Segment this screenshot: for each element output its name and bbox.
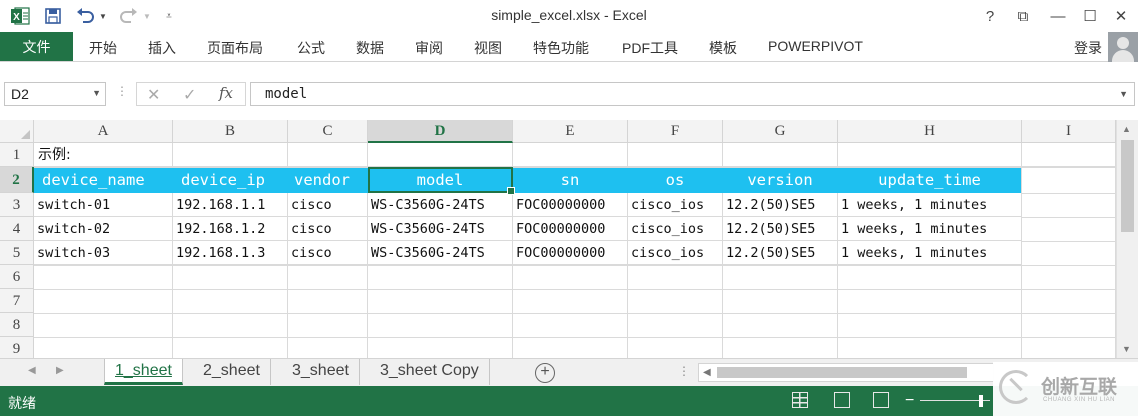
tab-insert[interactable]: 插入	[148, 38, 176, 58]
formula-input[interactable]: model ▼	[250, 82, 1135, 106]
vertical-scrollbar[interactable]: ▲ ▼	[1116, 120, 1138, 358]
formula-bar: D2 ▼ ⋮ ✕ ✓ fx model ▼	[0, 62, 1138, 122]
normal-view-icon[interactable]	[792, 392, 808, 408]
tab-view[interactable]: 视图	[474, 38, 502, 58]
formula-buttons: ✕ ✓ fx	[136, 82, 246, 106]
chevron-down-icon[interactable]: ▼	[92, 88, 101, 98]
avatar[interactable]	[1108, 32, 1138, 62]
scroll-up-icon[interactable]: ▲	[1122, 124, 1131, 134]
watermark-logo-icon	[999, 370, 1033, 404]
name-box-value: D2	[11, 86, 29, 102]
sheet-tab-1[interactable]: 1_sheet	[104, 359, 183, 385]
insert-function-icon[interactable]: fx	[219, 84, 233, 102]
redo-dropdown-icon[interactable]: ▼	[142, 5, 152, 27]
watermark: 创新互联 CHUANG XIN HU LIAN	[993, 362, 1138, 416]
excel-logo-icon: X	[8, 5, 32, 27]
tab-split-handle-icon[interactable]: ⋮	[678, 364, 690, 378]
sheet-tab-4[interactable]: 3_sheet Copy	[370, 359, 490, 385]
zoom-slider-thumb[interactable]	[979, 395, 983, 407]
status-text: 就绪	[8, 395, 36, 411]
sheet-tab-bar: ◀ ▶ 1_sheet 2_sheet 3_sheet 3_sheet Copy…	[0, 358, 1138, 386]
undo-icon[interactable]	[74, 5, 96, 27]
tab-page-layout[interactable]: 页面布局	[207, 38, 263, 58]
minimize-button[interactable]: —	[1043, 4, 1073, 28]
redo-icon[interactable]	[118, 5, 140, 27]
scroll-down-icon[interactable]: ▼	[1122, 344, 1131, 354]
scroll-left-icon[interactable]: ◀	[703, 367, 711, 378]
scroll-thumb[interactable]	[1121, 140, 1134, 232]
sheet-tab-2[interactable]: 2_sheet	[193, 359, 271, 385]
watermark-subtext: CHUANG XIN HU LIAN	[1043, 397, 1116, 403]
formula-bar-resize-icon[interactable]: ⋮	[116, 84, 128, 98]
tab-powerpivot[interactable]: POWERPIVOT	[768, 38, 863, 54]
tab-templates[interactable]: 模板	[709, 38, 737, 58]
title-bar: X ▼ ▼ ⩡ simple_excel.xlsx - Excel ? ⧉ — …	[0, 0, 1138, 32]
add-sheet-button[interactable]: +	[535, 363, 555, 383]
tab-file[interactable]: 文件	[0, 32, 73, 61]
tab-review[interactable]: 审阅	[415, 38, 443, 58]
page-break-view-icon[interactable]	[873, 392, 889, 408]
ribbon-tabs: 文件 开始 插入 页面布局 公式 数据 审阅 视图 特色功能 PDF工具 模板 …	[0, 32, 1138, 62]
ribbon-display-options-icon[interactable]: ⧉	[1008, 4, 1038, 28]
prev-sheet-icon[interactable]: ◀	[28, 365, 36, 376]
formula-value: model	[265, 86, 308, 102]
save-icon[interactable]	[42, 5, 64, 27]
hscroll-thumb[interactable]	[717, 367, 967, 378]
watermark-text: 创新互联	[1041, 376, 1118, 398]
login-link[interactable]: 登录	[1074, 38, 1102, 58]
customize-toolbar-icon[interactable]: ⩡	[163, 5, 175, 27]
gridlines	[34, 143, 1116, 358]
tab-data[interactable]: 数据	[356, 38, 384, 58]
name-box[interactable]: D2 ▼	[4, 82, 106, 106]
help-button[interactable]: ?	[975, 4, 1005, 28]
cell-d2[interactable]: model	[368, 167, 515, 195]
sheet-tab-3[interactable]: 3_sheet	[282, 359, 360, 385]
status-bar: 就绪 −	[0, 386, 1138, 416]
cancel-icon[interactable]: ✕	[147, 85, 160, 105]
tab-special-features[interactable]: 特色功能	[533, 38, 589, 58]
close-button[interactable]: ✕	[1106, 4, 1136, 28]
zoom-out-icon[interactable]: −	[905, 392, 914, 410]
tab-pdf-tools[interactable]: PDF工具	[622, 38, 678, 58]
worksheet-grid[interactable]: A B C D E F G H I 1 2 3 4 5 6 7 8 9 示例: …	[0, 120, 1116, 358]
page-layout-view-icon[interactable]	[834, 392, 850, 408]
confirm-icon[interactable]: ✓	[183, 85, 196, 105]
next-sheet-icon[interactable]: ▶	[56, 365, 64, 376]
tab-home[interactable]: 开始	[89, 38, 117, 58]
tab-formulas[interactable]: 公式	[297, 38, 325, 58]
maximize-button[interactable]: ☐	[1075, 4, 1105, 28]
svg-text:X: X	[13, 12, 20, 23]
expand-formula-bar-icon[interactable]: ▼	[1119, 89, 1128, 99]
horizontal-scrollbar[interactable]: ◀	[698, 363, 994, 382]
undo-dropdown-icon[interactable]: ▼	[98, 5, 108, 27]
